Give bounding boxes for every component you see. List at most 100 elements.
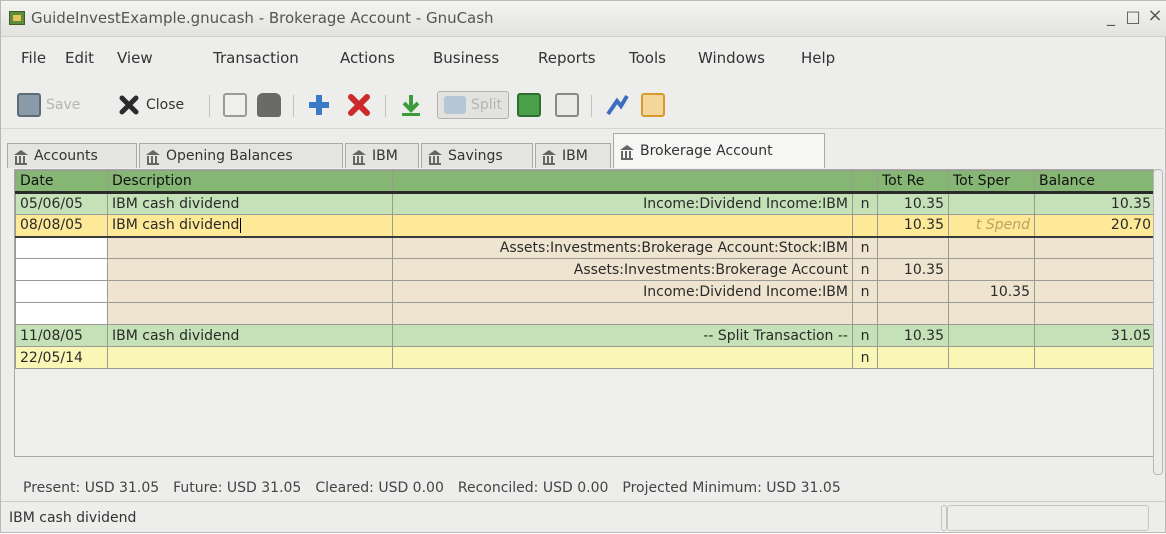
- tab-opening-balances[interactable]: Opening Balances: [139, 143, 343, 168]
- date-cell[interactable]: 22/05/14: [15, 346, 108, 369]
- blank-transaction-row[interactable]: 22/05/14 n: [15, 346, 1153, 369]
- spend-cell[interactable]: [948, 258, 1035, 281]
- date-cell[interactable]: 05/06/05: [15, 192, 108, 215]
- split-label: Split: [471, 97, 503, 113]
- header-balance[interactable]: Balance: [1034, 170, 1153, 194]
- header-date[interactable]: Date: [15, 170, 108, 194]
- close-button[interactable]: Close: [117, 91, 184, 119]
- spend-cell[interactable]: [948, 236, 1035, 259]
- date-cell[interactable]: 11/08/05: [15, 324, 108, 347]
- cancel-transaction-button[interactable]: [347, 91, 371, 119]
- transfer-cell[interactable]: Income:Dividend Income:IBM: [392, 192, 853, 215]
- duplicate-icon: [223, 93, 247, 117]
- reconcile-cell[interactable]: n: [852, 258, 878, 281]
- spend-cell[interactable]: [948, 346, 1035, 369]
- schedule-icon: [555, 93, 579, 117]
- spend-cell[interactable]: 10.35: [948, 280, 1035, 303]
- balance-cell: 10.35: [1034, 192, 1153, 215]
- vertical-scrollbar[interactable]: [1153, 169, 1163, 475]
- reconcile-cell[interactable]: [852, 214, 878, 238]
- menu-business[interactable]: Business: [433, 49, 499, 67]
- split-row[interactable]: Assets:Investments:Brokerage Account n 1…: [15, 258, 1153, 281]
- split-button[interactable]: Split: [437, 91, 510, 119]
- enter-transaction-button[interactable]: [307, 91, 331, 119]
- description-cell[interactable]: IBM cash dividend: [107, 324, 393, 347]
- transfer-cell[interactable]: [392, 214, 853, 238]
- table-row-selected[interactable]: 08/08/05 IBM cash dividend 10.35 t Spend…: [15, 214, 1153, 238]
- close-window-button[interactable]: ×: [1145, 5, 1165, 26]
- date-cell[interactable]: 08/08/05: [15, 214, 108, 238]
- reconcile-button[interactable]: [641, 91, 665, 119]
- received-cell[interactable]: [877, 346, 949, 369]
- memo-cell[interactable]: [107, 258, 393, 281]
- spend-cell[interactable]: [948, 302, 1035, 325]
- download-button[interactable]: [399, 91, 423, 119]
- received-cell[interactable]: [877, 280, 949, 303]
- transfer-cell[interactable]: [392, 346, 853, 369]
- menu-help[interactable]: Help: [801, 49, 835, 67]
- menu-edit[interactable]: Edit: [65, 49, 94, 67]
- jump-button[interactable]: [517, 91, 541, 119]
- menu-transaction[interactable]: Transaction: [213, 49, 299, 67]
- header-description[interactable]: Description: [107, 170, 393, 194]
- spend-cell[interactable]: t Spend: [948, 214, 1035, 238]
- tab-brokerage-account[interactable]: Brokerage Account: [613, 133, 825, 168]
- menu-view[interactable]: View: [117, 49, 153, 67]
- account-cell[interactable]: [392, 302, 853, 325]
- reconcile-cell[interactable]: n: [852, 324, 878, 347]
- description-cell[interactable]: [107, 346, 393, 369]
- received-cell[interactable]: [877, 236, 949, 259]
- reconcile-cell[interactable]: n: [852, 192, 878, 215]
- transfer-cell[interactable]: -- Split Transaction --: [392, 324, 853, 347]
- reconcile-cell[interactable]: n: [852, 280, 878, 303]
- spend-cell[interactable]: [948, 192, 1035, 215]
- tab-savings[interactable]: Savings: [421, 143, 533, 168]
- reconcile-cell[interactable]: n: [852, 346, 878, 369]
- save-button[interactable]: Save: [17, 91, 80, 119]
- menu-tools[interactable]: Tools: [629, 49, 666, 67]
- header-tot-spend[interactable]: Tot Sper: [948, 170, 1035, 194]
- received-cell[interactable]: 10.35: [877, 324, 949, 347]
- split-row[interactable]: Income:Dividend Income:IBM n 10.35: [15, 280, 1153, 303]
- status-bar: IBM cash dividend: [1, 501, 1166, 534]
- tab-ibm-2[interactable]: IBM: [535, 143, 611, 168]
- duplicate-button[interactable]: [223, 91, 247, 119]
- tab-ibm[interactable]: IBM: [345, 143, 419, 168]
- account-cell[interactable]: Income:Dividend Income:IBM: [392, 280, 853, 303]
- tab-accounts[interactable]: Accounts: [7, 143, 137, 168]
- received-cell[interactable]: [877, 302, 949, 325]
- menu-actions[interactable]: Actions: [340, 49, 395, 67]
- account-cell[interactable]: Assets:Investments:Brokerage Account: [392, 258, 853, 281]
- description-cell[interactable]: IBM cash dividend: [107, 192, 393, 215]
- reconcile-cell[interactable]: [852, 302, 878, 325]
- register-header: Date Description Tot Re Tot Sper Balance: [15, 170, 1153, 194]
- split-row[interactable]: Assets:Investments:Brokerage Account:Sto…: [15, 236, 1153, 259]
- header-tot-received[interactable]: Tot Re: [877, 170, 949, 194]
- spend-cell[interactable]: [948, 324, 1035, 347]
- received-cell[interactable]: 10.35: [877, 214, 949, 238]
- menu-file[interactable]: File: [21, 49, 46, 67]
- memo-cell[interactable]: [107, 280, 393, 303]
- header-transfer[interactable]: [392, 170, 853, 194]
- bank-icon: [14, 149, 29, 165]
- reconciled-balance: Reconciled: USD 0.00: [457, 480, 609, 496]
- header-reconcile[interactable]: [852, 170, 878, 194]
- maximize-button[interactable]: □: [1123, 7, 1143, 26]
- schedule-button[interactable]: [555, 91, 579, 119]
- menu-reports[interactable]: Reports: [538, 49, 596, 67]
- description-cell-editing[interactable]: IBM cash dividend: [107, 214, 393, 238]
- memo-cell[interactable]: [107, 302, 393, 325]
- minimize-button[interactable]: _: [1101, 7, 1121, 26]
- delete-button[interactable]: [257, 91, 281, 119]
- table-row[interactable]: 11/08/05 IBM cash dividend -- Split Tran…: [15, 324, 1153, 347]
- received-cell[interactable]: 10.35: [877, 192, 949, 215]
- split-row-blank[interactable]: [15, 302, 1153, 325]
- table-row[interactable]: 05/06/05 IBM cash dividend Income:Divide…: [15, 192, 1153, 215]
- received-cell[interactable]: 10.35: [877, 258, 949, 281]
- menu-windows[interactable]: Windows: [698, 49, 765, 67]
- transfer-button[interactable]: [605, 91, 629, 119]
- memo-cell[interactable]: [107, 236, 393, 259]
- account-cell[interactable]: Assets:Investments:Brokerage Account:Sto…: [392, 236, 853, 259]
- reconcile-cell[interactable]: n: [852, 236, 878, 259]
- balance-cell: 20.70: [1034, 214, 1153, 238]
